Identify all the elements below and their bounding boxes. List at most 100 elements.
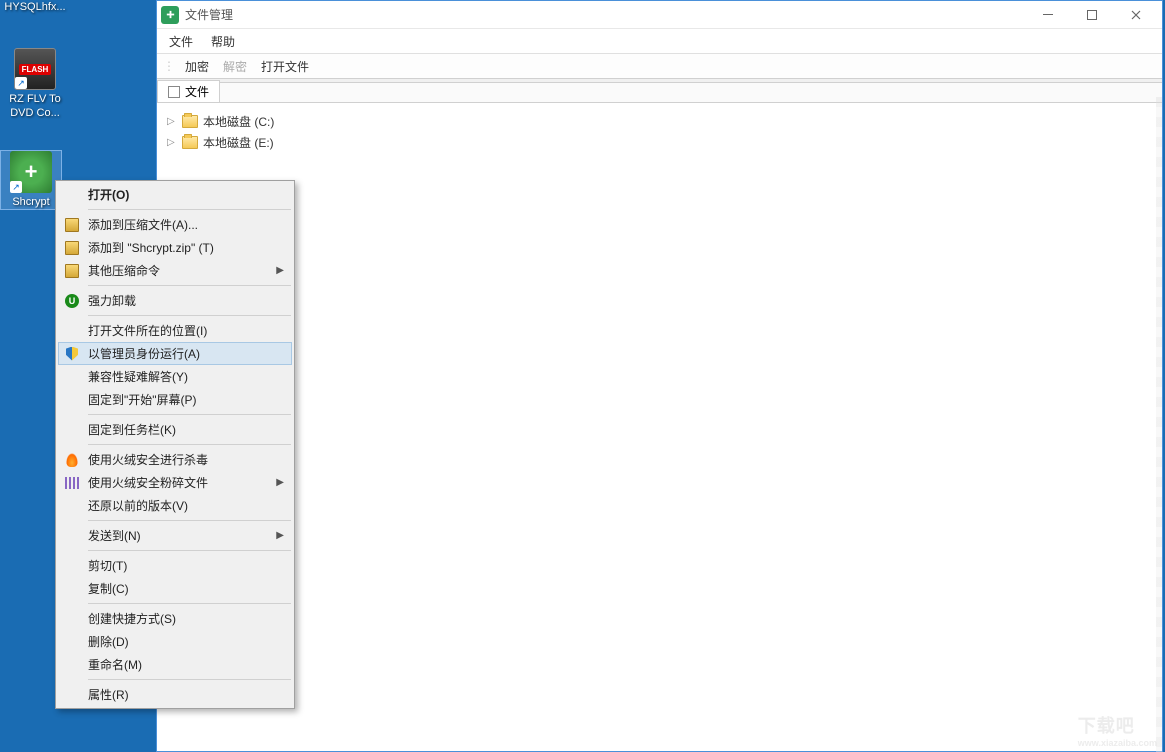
ctx-run-as-admin[interactable]: 以管理员身份运行(A) — [58, 342, 292, 365]
toolbar-decrypt: 解密 — [217, 55, 253, 78]
ctx-open[interactable]: 打开(O) — [58, 183, 292, 206]
tree-panel[interactable]: ▷ 本地磁盘 (C:) ▷ 本地磁盘 (E:) — [157, 103, 1162, 751]
ctx-pin-start[interactable]: 固定到"开始"屏幕(P) — [58, 388, 292, 411]
ctx-create-shortcut[interactable]: 创建快捷方式(S) — [58, 607, 292, 630]
ctx-restore-prev[interactable]: 还原以前的版本(V) — [58, 494, 292, 517]
blank-icon — [62, 323, 82, 339]
ctx-cut[interactable]: 剪切(T) — [58, 554, 292, 577]
blank-icon — [62, 498, 82, 514]
ctx-open-location[interactable]: 打开文件所在的位置(I) — [58, 319, 292, 342]
folder-icon — [182, 136, 198, 149]
folder-icon — [182, 115, 198, 128]
ctx-add-archive[interactable]: 添加到压缩文件(A)... — [58, 213, 292, 236]
ctx-separator — [88, 520, 291, 521]
toolbar: ⋮ 加密 解密 打开文件 — [157, 53, 1162, 79]
ctx-separator — [88, 550, 291, 551]
file-tab-icon — [168, 86, 180, 98]
blank-icon — [62, 657, 82, 673]
ctx-force-uninstall[interactable]: U 强力卸载 — [58, 289, 292, 312]
blank-icon — [62, 392, 82, 408]
blank-icon — [62, 611, 82, 627]
ctx-delete[interactable]: 删除(D) — [58, 630, 292, 653]
submenu-arrow-icon: ▶ — [276, 530, 284, 541]
ctx-huorong-shred[interactable]: 使用火绒安全粉碎文件 ▶ — [58, 471, 292, 494]
window-title: 文件管理 — [185, 6, 1026, 23]
expand-arrow-icon[interactable]: ▷ — [167, 137, 177, 148]
desktop-icon-mysql[interactable]: HYSQLhfx... — [0, 0, 70, 14]
ctx-rename[interactable]: 重命名(M) — [58, 653, 292, 676]
maximize-button[interactable] — [1070, 1, 1114, 29]
ctx-pin-taskbar[interactable]: 固定到任务栏(K) — [58, 418, 292, 441]
flame-icon — [62, 452, 82, 468]
minimize-icon — [1043, 10, 1053, 20]
content-area: ▷ 本地磁盘 (C:) ▷ 本地磁盘 (E:) — [157, 103, 1162, 751]
maximize-icon — [1087, 10, 1097, 20]
blank-icon — [62, 528, 82, 544]
ctx-separator — [88, 285, 291, 286]
right-edge-blur — [1156, 97, 1162, 752]
tree-item-drive-c[interactable]: ▷ 本地磁盘 (C:) — [163, 111, 1156, 132]
submenu-arrow-icon: ▶ — [276, 477, 284, 488]
ctx-separator — [88, 209, 291, 210]
ctx-separator — [88, 414, 291, 415]
tree-label: 本地磁盘 (C:) — [203, 113, 274, 130]
minimize-button[interactable] — [1026, 1, 1070, 29]
ctx-other-compress[interactable]: 其他压缩命令 ▶ — [58, 259, 292, 282]
tab-file[interactable]: 文件 — [157, 80, 220, 102]
ctx-separator — [88, 444, 291, 445]
expand-arrow-icon[interactable]: ▷ — [167, 116, 177, 127]
ctx-separator — [88, 315, 291, 316]
blank-icon — [62, 558, 82, 574]
ctx-separator — [88, 603, 291, 604]
app-window: 文件管理 文件 帮助 ⋮ 加密 解密 打开文件 文件 — [156, 0, 1163, 752]
flv-icon: FLASH ↗ — [14, 48, 56, 90]
context-menu: 打开(O) 添加到压缩文件(A)... 添加到 "Shcrypt.zip" (T… — [55, 180, 295, 709]
desktop-icon-label: RZ FLV To DVD Co... — [0, 92, 70, 120]
ctx-send-to[interactable]: 发送到(N) ▶ — [58, 524, 292, 547]
ctx-add-zip[interactable]: 添加到 "Shcrypt.zip" (T) — [58, 236, 292, 259]
blank-icon — [62, 581, 82, 597]
tree-label: 本地磁盘 (E:) — [203, 134, 274, 151]
close-icon — [1131, 10, 1141, 20]
tab-strip-empty — [220, 82, 1162, 102]
desktop-icon-flv[interactable]: FLASH ↗ RZ FLV To DVD Co... — [0, 48, 70, 120]
submenu-arrow-icon: ▶ — [276, 265, 284, 276]
blank-icon — [62, 187, 82, 203]
blank-icon — [62, 422, 82, 438]
admin-shield-icon — [62, 346, 82, 362]
flash-badge: FLASH — [19, 64, 52, 75]
shred-icon — [62, 475, 82, 491]
plus-icon: + — [25, 159, 38, 185]
ctx-separator — [88, 679, 291, 680]
close-button[interactable] — [1114, 1, 1158, 29]
ctx-huorong-scan[interactable]: 使用火绒安全进行杀毒 — [58, 448, 292, 471]
archive-icon — [62, 263, 82, 279]
menu-file[interactable]: 文件 — [161, 30, 201, 53]
blank-icon — [62, 369, 82, 385]
ctx-compat[interactable]: 兼容性疑难解答(Y) — [58, 365, 292, 388]
ctx-copy[interactable]: 复制(C) — [58, 577, 292, 600]
tab-strip: 文件 — [157, 79, 1162, 103]
desktop-icon-shcrypt[interactable]: + ↗ Shcrypt — [0, 150, 62, 210]
toolbar-encrypt[interactable]: 加密 — [179, 55, 215, 78]
blank-icon — [62, 687, 82, 703]
app-shield-icon — [161, 6, 179, 24]
menu-help[interactable]: 帮助 — [203, 30, 243, 53]
archive-icon — [62, 217, 82, 233]
toolbar-separator: ⋮ — [161, 59, 177, 73]
shortcut-arrow-icon: ↗ — [10, 181, 22, 193]
tree-item-drive-e[interactable]: ▷ 本地磁盘 (E:) — [163, 132, 1156, 153]
desktop-icon-label: Shcrypt — [1, 195, 61, 209]
archive-icon — [62, 240, 82, 256]
shcrypt-icon: + ↗ — [10, 151, 52, 193]
titlebar[interactable]: 文件管理 — [157, 1, 1162, 29]
tab-label: 文件 — [185, 83, 209, 100]
window-controls — [1026, 1, 1158, 29]
blank-icon — [62, 634, 82, 650]
desktop-icon-label: HYSQLhfx... — [0, 0, 70, 14]
shortcut-arrow-icon: ↗ — [15, 77, 27, 89]
uninstall-icon: U — [62, 293, 82, 309]
toolbar-openfile[interactable]: 打开文件 — [255, 55, 315, 78]
ctx-properties[interactable]: 属性(R) — [58, 683, 292, 706]
menubar: 文件 帮助 — [157, 29, 1162, 53]
